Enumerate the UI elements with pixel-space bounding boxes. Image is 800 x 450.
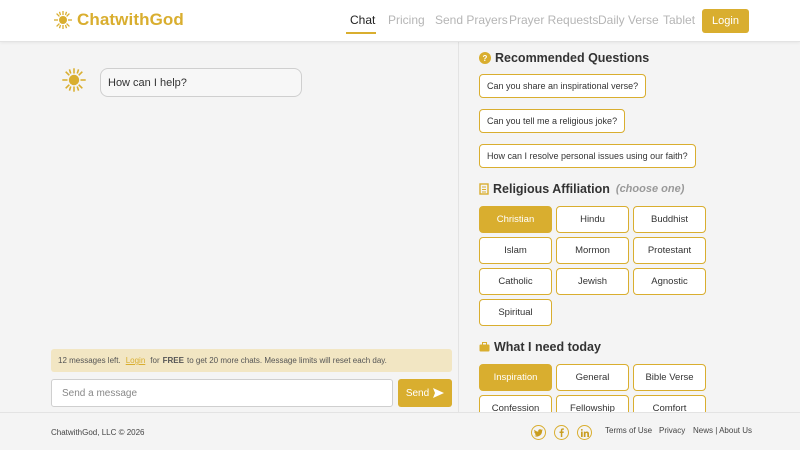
need-bible-verse[interactable]: Bible Verse xyxy=(633,364,706,391)
affiliation-spiritual[interactable]: Spiritual xyxy=(479,299,552,326)
need-general[interactable]: General xyxy=(556,364,629,391)
question-religious-joke[interactable]: Can you tell me a religious joke? xyxy=(479,109,626,133)
send-button-label: Send xyxy=(405,387,430,399)
linkedin-icon[interactable] xyxy=(577,425,592,440)
affiliation-protestant[interactable]: Protestant xyxy=(633,237,706,264)
nav-chat[interactable]: Chat xyxy=(350,13,375,27)
affiliation-buddhist[interactable]: Buddhist xyxy=(633,206,706,233)
active-nav-indicator xyxy=(346,32,376,34)
affiliation-catholic[interactable]: Catholic xyxy=(479,268,552,295)
recommended-questions-title: Recommended Questions xyxy=(495,51,650,65)
affiliation-agnostic[interactable]: Agnostic xyxy=(633,268,706,295)
religious-affiliation-heading: Religious Affiliation (choose one) xyxy=(479,182,684,196)
messages-left-text: 12 messages left. xyxy=(58,356,121,365)
bot-message-text: How can I help? xyxy=(108,76,187,89)
question-personal-issues[interactable]: How can I resolve personal issues using … xyxy=(479,144,696,168)
nav-tablet[interactable]: Tablet xyxy=(663,13,695,27)
need-inspiration[interactable]: Inspiration xyxy=(479,364,552,391)
what-i-need-title: What I need today xyxy=(494,340,601,354)
twitter-icon[interactable] xyxy=(531,425,546,440)
affiliation-christian[interactable]: Christian xyxy=(479,206,552,233)
message-limit-banner: 12 messages left. Login for FREE to get … xyxy=(51,349,452,372)
bot-message-bubble: How can I help? xyxy=(100,68,302,97)
send-icon xyxy=(433,388,445,398)
bot-avatar xyxy=(61,67,87,98)
privacy-link[interactable]: Privacy xyxy=(659,426,685,435)
nav-daily-verse[interactable]: Daily Verse xyxy=(598,13,659,27)
choose-one-hint: (choose one) xyxy=(615,183,685,195)
copyright-text: ChatwithGod, LLC © 2026 xyxy=(51,428,145,437)
svg-text:?: ? xyxy=(483,54,488,63)
what-i-need-heading: What I need today xyxy=(479,340,601,354)
sun-icon xyxy=(62,68,86,92)
need-comfort[interactable]: Comfort xyxy=(633,395,706,412)
login-button[interactable]: Login xyxy=(702,9,749,33)
terms-of-use-link[interactable]: Terms of Use xyxy=(605,426,652,435)
affiliation-islam[interactable]: Islam xyxy=(479,237,552,264)
nav-prayer-requests[interactable]: Prayer Requests xyxy=(509,13,598,27)
affiliation-hindu[interactable]: Hindu xyxy=(556,206,629,233)
briefcase-icon xyxy=(479,342,490,352)
question-inspirational-verse[interactable]: Can you share an inspirational verse? xyxy=(479,74,647,98)
banner-login-link[interactable]: Login xyxy=(126,356,146,365)
affiliation-mormon[interactable]: Mormon xyxy=(556,237,629,264)
nav-send-prayers[interactable]: Send Prayers xyxy=(435,13,508,27)
chat-pane: How can I help? 12 messages left. Login … xyxy=(0,42,459,412)
options-panel: ? Recommended Questions Can you share an… xyxy=(460,42,800,412)
recommended-questions-heading: ? Recommended Questions xyxy=(479,51,649,65)
building-icon xyxy=(479,183,489,195)
top-header: ChatwithGod Chat Pricing Send Prayers Pr… xyxy=(0,0,800,42)
nav-pricing[interactable]: Pricing xyxy=(388,13,425,27)
need-confession[interactable]: Confession xyxy=(479,395,552,412)
need-fellowship[interactable]: Fellowship xyxy=(556,395,629,412)
page-footer: ChatwithGod, LLC © 2026 Terms of Use Pri… xyxy=(0,412,800,450)
facebook-icon[interactable] xyxy=(554,425,569,440)
news-about-link[interactable]: News | About Us xyxy=(693,426,752,435)
affiliation-jewish[interactable]: Jewish xyxy=(556,268,629,295)
main-nav: Chat Pricing Send Prayers Prayer Request… xyxy=(0,13,800,33)
banner-for-text: for xyxy=(150,356,160,365)
question-circle-icon: ? xyxy=(479,52,491,64)
message-input[interactable] xyxy=(51,379,393,407)
banner-free-text: FREE xyxy=(162,356,184,365)
banner-suffix-text: to get 20 more chats. Message limits wil… xyxy=(186,356,387,365)
send-button[interactable]: Send xyxy=(398,379,452,407)
religious-affiliation-title: Religious Affiliation xyxy=(493,182,610,196)
